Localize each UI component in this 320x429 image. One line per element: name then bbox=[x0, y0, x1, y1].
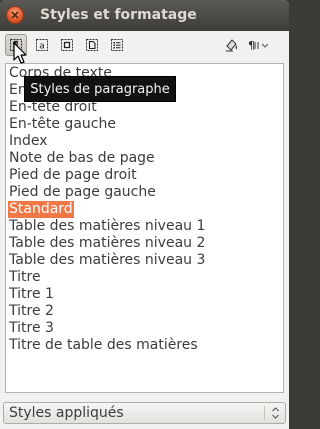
fill-format-mode-icon bbox=[226, 39, 238, 52]
mouse-pointer-icon bbox=[13, 42, 27, 64]
styles-list[interactable]: Corps de texte En-tête En-tête droit En-… bbox=[5, 63, 284, 393]
list-styles-icon bbox=[111, 39, 123, 51]
close-icon bbox=[11, 11, 19, 19]
list-styles-button[interactable] bbox=[106, 34, 128, 56]
list-item[interactable]: Table des matières niveau 1 bbox=[8, 218, 206, 235]
list-item[interactable]: Titre 3 bbox=[8, 320, 55, 337]
list-item[interactable]: Pied de page gauche bbox=[8, 184, 157, 201]
fill-format-mode-button[interactable] bbox=[221, 34, 243, 56]
page-styles-button[interactable] bbox=[81, 34, 103, 56]
window-title: Styles et formatage bbox=[40, 7, 197, 23]
styles-window: Styles et formatage a ¶ Corps de texte E… bbox=[0, 0, 289, 429]
updown-arrows-icon bbox=[271, 406, 280, 420]
page-styles-icon bbox=[86, 39, 98, 51]
list-item[interactable]: Titre bbox=[8, 269, 42, 286]
list-item[interactable]: Note de bas de page bbox=[8, 150, 156, 167]
tooltip: Styles de paragraphe bbox=[24, 76, 176, 102]
list-item-selected[interactable]: Standard bbox=[8, 201, 74, 218]
list-item[interactable]: En-tête gauche bbox=[8, 116, 117, 133]
style-filter-value: Styles appliqués bbox=[9, 405, 124, 421]
list-item[interactable]: Table des matières niveau 3 bbox=[8, 252, 206, 269]
new-style-menu-button[interactable]: ¶ bbox=[244, 34, 272, 56]
list-item[interactable]: Titre de table des matières bbox=[8, 337, 199, 354]
title-bar[interactable]: Styles et formatage bbox=[0, 0, 289, 32]
list-item[interactable]: Index bbox=[8, 133, 49, 150]
style-filter-dropdown[interactable]: Styles appliqués bbox=[3, 402, 286, 424]
character-styles-button[interactable]: a bbox=[31, 34, 53, 56]
frame-styles-button[interactable] bbox=[56, 34, 78, 56]
character-styles-icon: a bbox=[36, 39, 48, 52]
list-item[interactable]: Titre 2 bbox=[8, 303, 55, 320]
list-item[interactable]: Pied de page droit bbox=[8, 167, 138, 184]
svg-text:a: a bbox=[39, 42, 45, 52]
list-item[interactable]: Titre 1 bbox=[8, 286, 55, 303]
close-button[interactable] bbox=[6, 6, 24, 24]
dropdown-separator bbox=[264, 406, 265, 420]
new-style-menu-icon: ¶ bbox=[248, 39, 269, 52]
frame-styles-icon bbox=[61, 39, 73, 51]
list-item[interactable]: Table des matières niveau 2 bbox=[8, 235, 206, 252]
toolbar: a ¶ bbox=[0, 31, 289, 62]
svg-text:¶: ¶ bbox=[248, 39, 255, 52]
